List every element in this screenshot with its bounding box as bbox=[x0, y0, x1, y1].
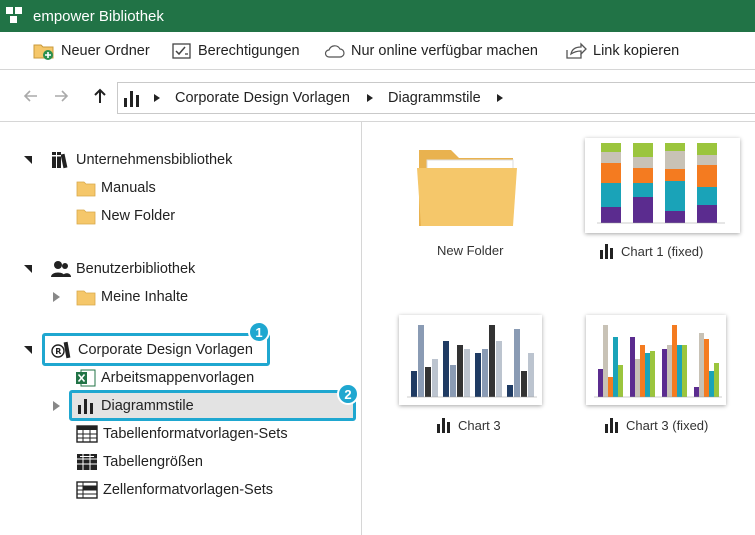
tile-label: New Folder bbox=[437, 243, 504, 258]
window-title: empower Bibliothek bbox=[33, 8, 164, 25]
new-folder-label: Neuer Ordner bbox=[61, 43, 150, 59]
clustered-bar-chart-image bbox=[594, 325, 722, 398]
tree-item-label: Tabellengrößen bbox=[103, 454, 203, 470]
chart-thumbnail bbox=[585, 138, 740, 233]
registered-library-icon: R bbox=[51, 341, 71, 359]
tree-item-new-folder[interactable]: New Folder bbox=[76, 205, 175, 227]
collapse-arrow-icon[interactable] bbox=[24, 265, 32, 273]
tile-new-folder[interactable]: New Folder bbox=[405, 138, 535, 268]
tree-item-unternehmensbibliothek[interactable]: Unternehmensbibliothek bbox=[51, 149, 232, 171]
breadcrumb-item[interactable]: Diagrammstile bbox=[388, 90, 481, 106]
tree-item-label: Diagrammstile bbox=[101, 398, 194, 414]
callout-badge-2: 2 bbox=[337, 383, 359, 405]
tree-item-corporate-design-vorlagen[interactable]: R Corporate Design Vorlagen bbox=[51, 339, 253, 361]
tree-item-arbeitsmappenvorlagen[interactable]: Arbeitsmappenvorlagen bbox=[76, 367, 254, 389]
tile-label: Chart 3 bbox=[458, 417, 501, 433]
tree-item-zellenformatvorlagen-sets[interactable]: Zellenformatvorlagen-Sets bbox=[76, 479, 273, 501]
share-link-icon bbox=[566, 42, 587, 59]
online-only-label: Nur online verfügbar machen bbox=[351, 43, 538, 59]
tile-chart-1-fixed[interactable]: Chart 1 (fixed) bbox=[585, 138, 740, 268]
folder-icon bbox=[76, 290, 96, 305]
breadcrumb-separator-icon bbox=[367, 94, 373, 102]
tile-label: Chart 1 (fixed) bbox=[621, 243, 704, 259]
bar-chart-icon bbox=[78, 399, 93, 414]
table-size-icon bbox=[77, 454, 97, 470]
tree-item-label: Tabellenformatvorlagen-Sets bbox=[103, 426, 288, 442]
users-icon bbox=[51, 261, 71, 277]
large-folder-icon bbox=[417, 150, 517, 226]
tree-item-label: New Folder bbox=[101, 208, 176, 224]
tree-item-label: Unternehmensbibliothek bbox=[76, 152, 233, 168]
breadcrumb-item[interactable]: Corporate Design Vorlagen bbox=[175, 90, 350, 106]
tree-item-label: Corporate Design Vorlagen bbox=[78, 342, 253, 358]
cell-format-icon bbox=[76, 481, 98, 499]
bar-chart-icon bbox=[437, 418, 450, 433]
library-books-icon bbox=[52, 152, 68, 169]
toolbar: Neuer Ordner Berechtigungen Nur online v… bbox=[0, 32, 755, 70]
tree-item-tabellengroessen[interactable]: Tabellengrößen bbox=[76, 451, 203, 473]
expand-arrow-icon[interactable] bbox=[53, 401, 60, 411]
tree-item-label: Benutzerbibliothek bbox=[76, 261, 196, 277]
svg-text:R: R bbox=[55, 347, 61, 356]
collapse-arrow-icon[interactable] bbox=[24, 156, 32, 164]
breadcrumb-separator-icon bbox=[154, 94, 160, 102]
title-bar: empower Bibliothek bbox=[0, 0, 755, 32]
permissions-button[interactable]: Berechtigungen bbox=[172, 40, 300, 62]
stacked-bar-chart-image bbox=[597, 143, 725, 224]
clustered-bar-chart-image bbox=[407, 325, 537, 398]
tile-label-row: Chart 1 (fixed) bbox=[599, 243, 703, 259]
bar-chart-icon bbox=[605, 418, 618, 433]
tile-label: Chart 3 (fixed) bbox=[626, 417, 709, 433]
excel-icon bbox=[76, 369, 96, 387]
table-icon bbox=[76, 425, 98, 443]
tree-item-label: Manuals bbox=[101, 180, 156, 196]
tile-label-row: Chart 3 (fixed) bbox=[604, 417, 708, 433]
cloud-icon bbox=[324, 45, 345, 58]
tile-label-row: Chart 3 bbox=[436, 417, 501, 433]
permissions-label: Berechtigungen bbox=[198, 43, 300, 59]
folder-icon bbox=[76, 181, 96, 196]
copy-link-button[interactable]: Link kopieren bbox=[565, 40, 679, 62]
new-folder-icon bbox=[33, 44, 54, 60]
empower-logo-icon bbox=[6, 7, 22, 23]
pane-divider[interactable] bbox=[361, 122, 362, 535]
bar-chart-icon bbox=[600, 244, 613, 259]
permissions-icon bbox=[172, 43, 191, 59]
new-folder-button[interactable]: Neuer Ordner bbox=[33, 40, 150, 62]
tile-chart-3[interactable]: Chart 3 bbox=[399, 315, 544, 440]
chart-thumbnail bbox=[586, 315, 726, 405]
collapse-arrow-icon[interactable] bbox=[24, 346, 32, 354]
tree-item-benutzerbibliothek[interactable]: Benutzerbibliothek bbox=[51, 258, 195, 280]
folder-icon bbox=[76, 209, 96, 224]
chart-thumbnail bbox=[399, 315, 542, 405]
tile-chart-3-fixed[interactable]: Chart 3 (fixed) bbox=[586, 315, 731, 440]
tree-item-meine-inhalte[interactable]: Meine Inhalte bbox=[76, 286, 188, 308]
forward-arrow-icon[interactable] bbox=[52, 87, 70, 105]
copy-link-label: Link kopieren bbox=[593, 43, 680, 59]
callout-badge-1: 1 bbox=[248, 321, 270, 343]
online-only-button[interactable]: Nur online verfügbar machen bbox=[323, 40, 538, 62]
back-arrow-icon[interactable] bbox=[22, 87, 40, 105]
breadcrumb-separator-icon bbox=[497, 94, 503, 102]
tree-item-manuals[interactable]: Manuals bbox=[76, 177, 156, 199]
tree-item-label: Arbeitsmappenvorlagen bbox=[101, 370, 255, 386]
tree-item-tabellenformatvorlagen-sets[interactable]: Tabellenformatvorlagen-Sets bbox=[76, 423, 288, 445]
expand-arrow-icon[interactable] bbox=[53, 292, 60, 302]
bar-chart-icon bbox=[124, 91, 139, 107]
up-arrow-icon[interactable] bbox=[91, 87, 109, 105]
tree-item-label: Meine Inhalte bbox=[101, 289, 189, 305]
tree-item-label: Zellenformatvorlagen-Sets bbox=[103, 482, 274, 498]
tree-item-diagrammstile[interactable]: Diagrammstile bbox=[76, 395, 194, 417]
